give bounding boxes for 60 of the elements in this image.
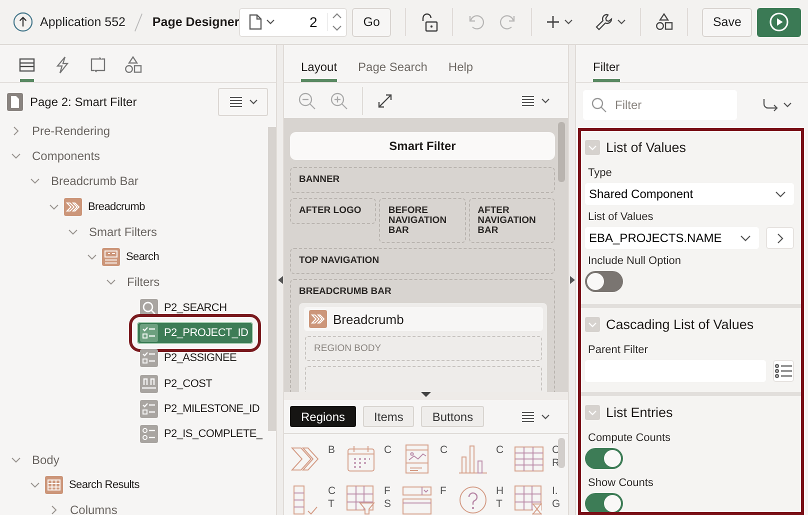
tree-item[interactable]: P2_SEARCH	[140, 298, 227, 317]
filter-field[interactable]: Filter	[583, 90, 737, 120]
region-title: Breadcrumb	[333, 312, 404, 326]
region-tile[interactable]: C T	[290, 484, 346, 515]
tree-item[interactable]: P2_ASSIGNEE	[140, 349, 237, 368]
region-tile[interactable]: F S	[346, 484, 402, 515]
tree-item[interactable]: Search	[102, 248, 160, 266]
select-field[interactable]: Shared Component	[585, 183, 794, 205]
tree-item[interactable]: Body	[32, 452, 60, 468]
field-label: Show Counts	[588, 477, 654, 489]
go-button[interactable]: Go	[352, 8, 391, 36]
page-title-bar: Smart Filter	[290, 132, 555, 160]
save-button[interactable]: Save	[702, 8, 752, 36]
position-label: REGION BODY	[314, 343, 382, 354]
panel-tab[interactable]: Filter	[585, 45, 628, 82]
position-label: BEFORE NAVIGATION BAR	[388, 206, 448, 236]
tree-title: Page 2: Smart Filter	[30, 95, 137, 109]
app-link[interactable]: Application 552	[40, 15, 126, 29]
field-label: Type	[588, 167, 613, 179]
region-tile[interactable]: F	[402, 484, 458, 515]
region-tile[interactable]: I. G	[514, 484, 568, 515]
position-label: BANNER	[299, 175, 341, 185]
position-label: AFTER NAVIGATION BAR	[478, 206, 537, 236]
region-tile[interactable]: C	[458, 444, 514, 474]
panel-tab[interactable]: Layout	[293, 45, 346, 82]
page-number-field[interactable]: 2	[279, 14, 324, 30]
region-tile[interactable]: C	[346, 444, 402, 474]
tree-item[interactable]: Breadcrumb Bar	[51, 173, 138, 190]
region-tile[interactable]: H T	[458, 484, 514, 515]
section-title: List of Values	[606, 140, 686, 154]
field-label: Include Null Option	[588, 255, 682, 267]
position-label: BREADCRUMB BAR	[299, 287, 392, 297]
gallery-tab[interactable]: Buttons	[421, 406, 484, 427]
tree-item[interactable]: Pre-Rendering	[32, 122, 110, 139]
tree-item[interactable]: Components	[32, 148, 100, 164]
tree-item[interactable]: P2_PROJECT_ID	[137, 322, 254, 344]
position-label: TOP NAVIGATION	[299, 256, 380, 266]
tree-item[interactable]: Columns	[70, 502, 118, 515]
field-label: List of Values	[588, 211, 654, 223]
field-label: Compute Counts	[588, 432, 672, 444]
section-title: List Entries	[606, 404, 673, 420]
select-field[interactable]: EBA_PROJECTS.NAME	[585, 227, 759, 249]
gallery-tab[interactable]: Items	[363, 406, 414, 427]
tree-item[interactable]: Search Results	[45, 476, 140, 494]
tree-item[interactable]: Breadcrumb	[64, 198, 145, 216]
region-tile[interactable]: C	[402, 444, 458, 474]
gallery-tab[interactable]: Regions	[290, 406, 356, 427]
panel-tab[interactable]: Page Search	[350, 45, 436, 82]
tree-item[interactable]: P2_MILESTONE_ID	[140, 400, 260, 418]
tree-item[interactable]: Filters	[127, 274, 160, 290]
page-selector[interactable]: 2	[239, 8, 348, 36]
page-title: Page Designer	[152, 15, 240, 29]
tree-item[interactable]: Smart Filters	[89, 224, 158, 240]
tree-item[interactable]: P2_IS_COMPLETE_	[140, 425, 262, 444]
section-title: Cascading List of Values	[606, 316, 754, 332]
field-label: Parent Filter	[588, 344, 649, 356]
position-label: AFTER LOGO	[299, 206, 362, 216]
tree-item[interactable]: P2_COST	[140, 374, 212, 393]
region-tile[interactable]: B	[290, 444, 346, 474]
panel-tab[interactable]: Help	[440, 45, 482, 82]
